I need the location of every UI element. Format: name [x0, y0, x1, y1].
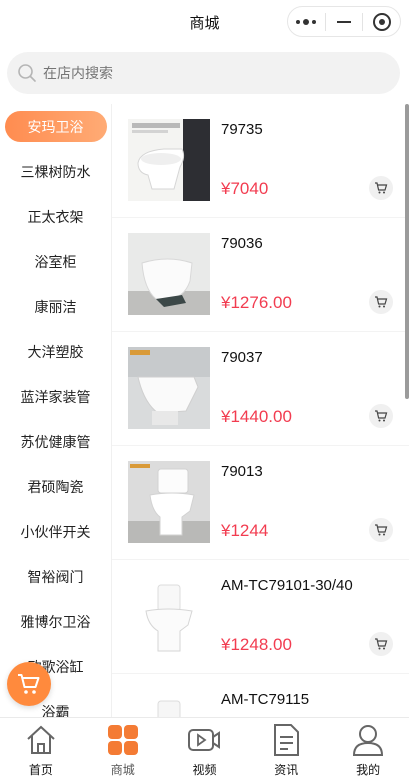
sidebar-item[interactable]: 蓝洋家装管 [0, 374, 111, 419]
product-name: AM-TC79115 [221, 691, 310, 708]
sidebar-item-label: 康丽洁 [34, 298, 77, 315]
more-dots-icon [296, 18, 317, 25]
add-to-cart-button[interactable] [369, 290, 393, 314]
product-price: ¥1440.00 [221, 407, 292, 426]
close-mini-program-button[interactable] [363, 7, 400, 36]
tab-label: 首页 [28, 763, 53, 777]
sidebar-item[interactable]: 苏优健康管 [0, 419, 111, 464]
sidebar-item-label: 小伙伴开关 [20, 523, 91, 540]
product-list: 79735 ¥7040 79036 ¥1276.00 79037 ¥1440.0… [112, 104, 409, 724]
tab-profile[interactable]: 我的 [327, 718, 409, 780]
product-price: ¥7040 [221, 179, 269, 198]
sidebar-item-label: 大洋塑胶 [27, 343, 84, 360]
product-image [128, 347, 210, 429]
product-item[interactable]: 79036 ¥1276.00 [112, 218, 409, 332]
add-to-cart-button[interactable] [369, 176, 393, 200]
product-price: ¥1248.00 [221, 635, 292, 654]
sidebar-item[interactable]: 小伙伴开关 [0, 509, 111, 554]
sidebar-item-label: 蓝洋家装管 [20, 388, 91, 405]
minimize-button[interactable] [326, 7, 363, 36]
sidebar-item[interactable]: 三棵树防水 [0, 149, 111, 194]
sidebar-item-label: 三棵树防水 [20, 163, 91, 180]
product-name: 79735 [221, 121, 263, 138]
grid-icon [107, 725, 138, 755]
tab-label: 资讯 [274, 763, 299, 777]
search-input[interactable] [43, 65, 343, 81]
product-name: 79037 [221, 349, 263, 366]
nav-header: 商城 [0, 0, 409, 44]
sidebar-item-label: 智裕阀门 [27, 568, 84, 585]
sidebar-item-label: 正太衣架 [27, 208, 84, 225]
floating-cart-button[interactable] [7, 662, 51, 706]
sidebar-item-label: 雅博尔卫浴 [20, 613, 91, 630]
product-name: AM-TC79101-30/40 [221, 577, 353, 594]
product-name: 79013 [221, 463, 263, 480]
category-sidebar: 安玛卫浴 三棵树防水 正太衣架 浴室柜 康丽洁 大洋塑胶 蓝洋家装管 苏优健康管… [0, 104, 112, 724]
product-item[interactable]: AM-TC79101-30/40 ¥1248.00 [112, 560, 409, 674]
search-bar[interactable] [7, 52, 400, 94]
add-to-cart-button[interactable] [369, 632, 393, 656]
cart-icon [375, 638, 388, 650]
product-image [128, 233, 210, 315]
product-price: ¥1244 [221, 521, 269, 540]
cart-icon [375, 296, 388, 308]
sidebar-item-label: 安玛卫浴 [4, 111, 107, 142]
sidebar-item[interactable]: 康丽洁 [0, 284, 111, 329]
product-image [128, 119, 210, 201]
home-icon [27, 725, 55, 754]
mini-program-capsule [287, 6, 401, 37]
product-item[interactable]: 79735 ¥7040 [112, 104, 409, 218]
product-item[interactable]: 79037 ¥1440.00 [112, 332, 409, 446]
add-to-cart-button[interactable] [369, 404, 393, 428]
bottom-tabbar: 首页 商城 视频 资讯 我的 [0, 717, 409, 780]
product-price: ¥1276.00 [221, 293, 292, 312]
target-icon [372, 12, 391, 31]
tab-label: 商城 [110, 763, 135, 777]
search-icon [17, 63, 37, 83]
more-button[interactable] [288, 7, 325, 36]
cart-icon [375, 524, 388, 536]
scrollbar[interactable] [405, 104, 409, 399]
video-icon [188, 729, 221, 751]
sidebar-item[interactable]: 正太衣架 [0, 194, 111, 239]
product-name: 79036 [221, 235, 263, 252]
tab-home[interactable]: 首页 [0, 718, 82, 780]
user-icon [353, 725, 384, 756]
product-image [128, 461, 210, 543]
sidebar-item[interactable]: 君硕陶瓷 [0, 464, 111, 509]
sidebar-item[interactable]: 智裕阀门 [0, 554, 111, 599]
add-to-cart-button[interactable] [369, 518, 393, 542]
sidebar-item-label: 君硕陶瓷 [27, 478, 84, 495]
tab-news[interactable]: 资讯 [245, 718, 327, 780]
sidebar-item-label: 苏优健康管 [20, 433, 91, 450]
minus-icon [337, 20, 351, 23]
cart-icon [18, 674, 40, 694]
cart-icon [375, 182, 388, 194]
tab-label: 视频 [192, 763, 217, 777]
sidebar-item[interactable]: 大洋塑胶 [0, 329, 111, 374]
sidebar-item-label: 浴室柜 [34, 253, 77, 270]
product-image [128, 575, 210, 657]
tab-label: 我的 [356, 763, 381, 777]
sidebar-item-anma[interactable]: 安玛卫浴 [0, 104, 111, 149]
product-item[interactable]: 79013 ¥1244 [112, 446, 409, 560]
sidebar-item[interactable]: 雅博尔卫浴 [0, 599, 111, 644]
tab-mall[interactable]: 商城 [82, 718, 164, 780]
document-icon [274, 724, 300, 756]
tab-video[interactable]: 视频 [164, 718, 246, 780]
sidebar-item[interactable]: 浴室柜 [0, 239, 111, 284]
cart-icon [375, 410, 388, 422]
